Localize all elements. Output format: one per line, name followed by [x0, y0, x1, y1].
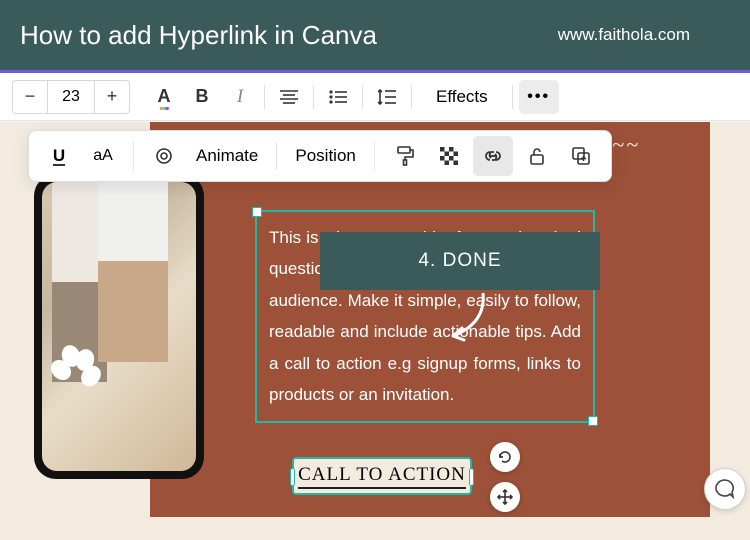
cta-text-element[interactable]: CALL TO ACTION: [292, 457, 472, 495]
duplicate-icon: [572, 147, 590, 165]
font-size-increase-button[interactable]: +: [95, 80, 129, 114]
animate-label[interactable]: Animate: [188, 146, 266, 166]
italic-button[interactable]: I: [222, 80, 258, 114]
divider: [276, 142, 277, 170]
tutorial-header: How to add Hyperlink in Canva www.faitho…: [0, 0, 750, 70]
resize-handle-left[interactable]: [290, 468, 295, 486]
help-chat-button[interactable]: [704, 468, 746, 510]
list-button[interactable]: [320, 80, 356, 114]
phone-mockup[interactable]: [34, 174, 204, 479]
divider: [512, 85, 513, 109]
format-painter-button[interactable]: [385, 136, 425, 176]
text-toolbar-secondary: U aA Animate Position: [28, 130, 612, 182]
link-icon: [483, 146, 503, 166]
underline-button[interactable]: U: [39, 136, 79, 176]
chat-icon: [714, 478, 736, 500]
divider: [362, 85, 363, 109]
rotate-button[interactable]: [490, 442, 520, 472]
move-button[interactable]: [490, 482, 520, 512]
position-button[interactable]: Position: [287, 146, 363, 166]
bold-button[interactable]: B: [184, 80, 220, 114]
lock-button[interactable]: [517, 136, 557, 176]
tutorial-arrow-icon: [438, 288, 493, 348]
font-size-stepper: − 23 +: [12, 80, 130, 114]
phone-screen-image: [42, 182, 196, 471]
paint-roller-icon: [396, 146, 414, 166]
tutorial-step-label: 4. DONE: [320, 232, 600, 290]
font-size-decrease-button[interactable]: −: [13, 80, 47, 114]
transparency-button[interactable]: [429, 136, 469, 176]
cta-label: CALL TO ACTION: [298, 464, 466, 489]
element-floating-controls: [490, 442, 520, 522]
spacing-button[interactable]: [369, 80, 405, 114]
move-icon: [497, 489, 513, 505]
more-icon: •••: [527, 88, 550, 106]
alignment-button[interactable]: [271, 80, 307, 114]
animate-icon: [154, 146, 174, 166]
divider: [264, 85, 265, 109]
text-case-button[interactable]: aA: [83, 136, 123, 176]
tutorial-title: How to add Hyperlink in Canva: [20, 20, 377, 51]
step-text: 4. DONE: [418, 250, 501, 272]
transparency-icon: [440, 147, 458, 165]
animate-button[interactable]: [144, 136, 184, 176]
rotate-icon: [497, 449, 513, 465]
font-size-value[interactable]: 23: [47, 81, 95, 113]
design-canvas[interactable]: ~~~~~~~ This is where you add a frequent…: [0, 122, 750, 540]
text-color-button[interactable]: A: [146, 80, 182, 114]
hyperlink-button[interactable]: [473, 136, 513, 176]
divider: [313, 85, 314, 109]
unlock-icon: [528, 146, 546, 166]
effects-button[interactable]: Effects: [418, 87, 506, 107]
tutorial-source-url: www.faithola.com: [558, 25, 690, 45]
more-options-button[interactable]: •••: [519, 80, 559, 114]
resize-handle-right[interactable]: [469, 468, 474, 486]
divider: [133, 142, 134, 170]
divider: [411, 85, 412, 109]
divider: [374, 142, 375, 170]
duplicate-button[interactable]: [561, 136, 601, 176]
text-toolbar-primary: − 23 + A B I Effects •••: [0, 73, 750, 121]
